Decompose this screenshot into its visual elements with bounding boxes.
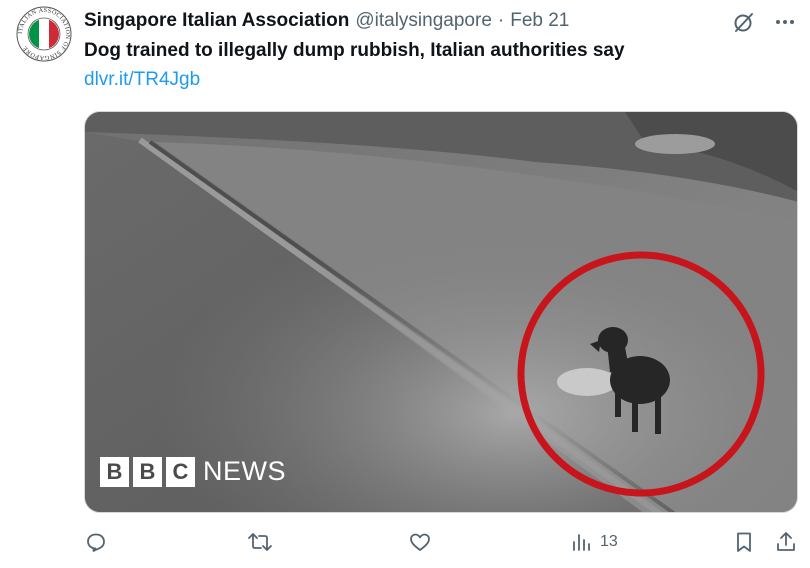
retweet-icon [248,533,272,551]
bbc-news-logo: B B C NEWS [100,456,286,487]
bbc-block-2: B [133,456,162,487]
bbc-news-word: NEWS [203,456,286,486]
heart-icon [410,533,430,551]
separator-dot: · [497,10,505,31]
bookmark-icon [737,532,751,552]
header-actions [732,10,796,34]
bbc-block-3: C [166,456,195,487]
tweet-date[interactable]: Feb 21 [510,10,569,32]
share-button[interactable] [774,530,798,554]
reply-button[interactable] [84,530,108,554]
retweet-button[interactable] [247,530,273,554]
tweet-link[interactable]: dlvr.it/TR4Jgb [84,69,200,91]
more-icon[interactable] [774,11,796,33]
like-button[interactable] [408,530,432,554]
grok-slash-icon[interactable] [732,10,756,34]
action-bar: 13 [82,530,802,560]
tweet-text: Dog trained to illegally dump rubbish, I… [84,40,625,61]
media-image[interactable]: B B C NEWS [84,111,798,513]
association-logo: ITALIAN ASSOCIATION OF SINGAPORE [16,6,72,62]
tweet-header: Singapore Italian Association @italysing… [84,10,569,34]
views-icon [573,534,590,551]
reply-icon [87,533,105,552]
tweet: ITALIAN ASSOCIATION OF SINGAPORE Singapo… [0,0,810,568]
bookmark-button[interactable] [732,530,756,554]
views-count: 13 [600,533,618,550]
bbc-block-1: B [100,456,129,487]
cctv-night-photo [85,112,797,512]
display-name[interactable]: Singapore Italian Association [84,10,349,32]
share-icon [777,532,795,551]
views-button[interactable]: 13 [570,530,618,554]
avatar[interactable]: ITALIAN ASSOCIATION OF SINGAPORE [16,6,72,62]
user-handle[interactable]: @italysingapore [355,10,492,32]
